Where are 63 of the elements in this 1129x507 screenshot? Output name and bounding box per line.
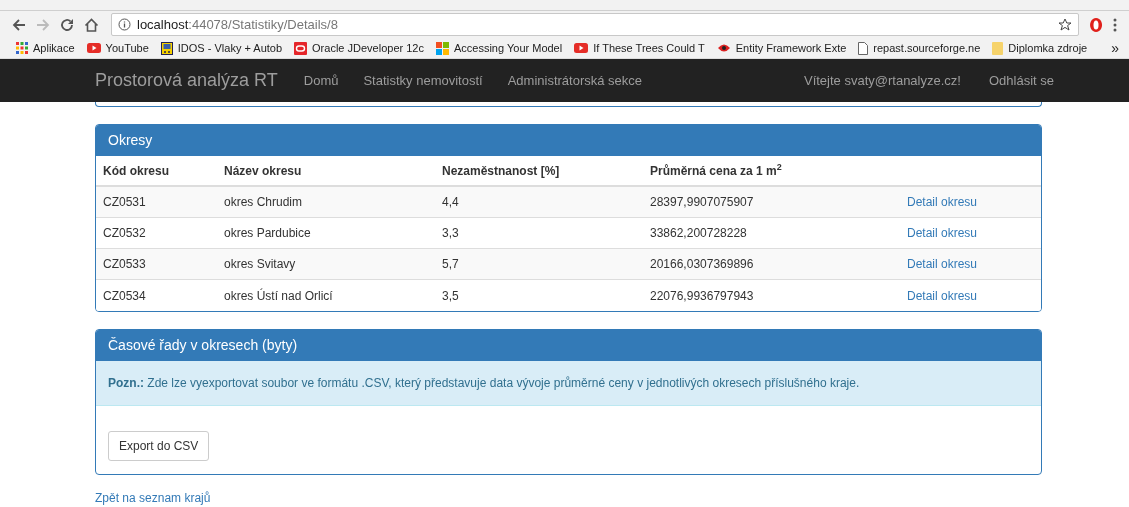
table-cell-text: 3,3 xyxy=(442,225,460,242)
table-cell-text: CZ0533 xyxy=(103,256,147,273)
column-header: Nezaměstnanost [%] xyxy=(442,162,561,180)
home-icon[interactable] xyxy=(84,17,99,32)
extension-icon[interactable] xyxy=(1089,16,1103,33)
train-icon xyxy=(160,41,173,55)
table-cell-text: CZ0534 xyxy=(103,287,147,305)
panel-title: Časové řady v okresech (byty) xyxy=(108,336,298,355)
nav-link[interactable]: Administrátorská sekce xyxy=(507,70,643,91)
detail-link[interactable]: Detail okresu xyxy=(907,255,978,273)
folder-icon xyxy=(992,41,1004,55)
table-cell-text: okres Ústí nad Orlicí xyxy=(224,287,334,305)
bookmark-item[interactable]: If These Trees Could T xyxy=(574,39,705,57)
bookmark-item[interactable]: YouTube xyxy=(86,39,149,57)
brand-link[interactable]: Prostorová analýza RT xyxy=(95,67,278,94)
table-cell-text: CZ0532 xyxy=(103,225,147,242)
logout-link[interactable]: Odhlásit se xyxy=(988,70,1054,91)
apps-grid-icon xyxy=(16,42,28,54)
nav-link[interactable]: Statistky nemovitostí xyxy=(363,70,483,91)
table-cell-text: okres Svitavy xyxy=(224,256,297,273)
play-icon xyxy=(574,43,589,53)
note-text: Pozn.: Zde lze vyexportovat soubor ve formátu .CSV, který představuje data vývoje průměrné ceny v jednotlivých okresech příslušného kraje. xyxy=(108,375,860,392)
table-cell-text: 3,5 xyxy=(442,287,460,305)
bookmark-item[interactable]: IDOS - Vlaky + Autob xyxy=(160,39,283,57)
detail-link[interactable]: Detail okresu xyxy=(907,193,978,211)
detail-link[interactable]: Detail okresu xyxy=(907,224,978,242)
reload-icon[interactable] xyxy=(60,17,74,32)
nav-link[interactable]: Domů xyxy=(303,70,339,91)
oval-icon xyxy=(294,41,308,55)
bookmark-item[interactable]: Accessing Your Model xyxy=(435,39,563,57)
detail-link[interactable]: Detail okresu xyxy=(907,286,978,305)
play-icon xyxy=(86,43,101,53)
url-text: localhost:44078/Statistiky/Details/8 xyxy=(137,15,338,34)
table-cell-text: 20166,0307369896 xyxy=(650,256,755,273)
column-header: Kód okresu xyxy=(103,162,170,180)
greeting-text: Vítejte svaty@rtanalyze.cz! xyxy=(803,71,961,90)
export-button[interactable]: Export do CSV xyxy=(108,431,210,461)
eye-icon xyxy=(716,43,731,53)
bookmark-item[interactable]: Oracle JDeveloper 12c xyxy=(294,39,424,57)
column-header: Název okresu xyxy=(224,162,303,180)
back-icon[interactable] xyxy=(12,17,26,32)
table-cell-text: 33862,200728228 xyxy=(650,225,748,242)
table-cell-text: CZ0531 xyxy=(103,194,147,211)
table-cell-text: 4,4 xyxy=(442,194,460,211)
page-icon xyxy=(858,41,869,55)
table-cell-text: 28397,9907075907 xyxy=(650,194,755,211)
more-bookmarks[interactable]: » xyxy=(1111,37,1119,59)
info-icon xyxy=(118,18,131,31)
address-bar[interactable]: localhost:44078/Statistiky/Details/8 xyxy=(111,13,1079,36)
table-cell-text: okres Chrudim xyxy=(224,194,304,211)
bookmark-item[interactable]: Entity Framework Exte xyxy=(716,39,847,57)
bookmark-item[interactable]: repast.sourceforge.ne xyxy=(858,39,981,57)
table-cell-text: 22076,9936797943 xyxy=(650,287,755,305)
panel-title: Okresy xyxy=(108,131,153,150)
windows-icon xyxy=(435,41,449,55)
star-icon[interactable] xyxy=(1058,17,1072,32)
column-header: Průměrná cena za 1 m$^{2}$ xyxy=(650,161,783,180)
menu-icon[interactable] xyxy=(1113,17,1117,32)
table-cell-text: 5,7 xyxy=(442,256,460,273)
bookmark-item[interactable]: Aplikace xyxy=(16,39,75,57)
back-link[interactable]: Zpět na seznam krajů xyxy=(95,491,211,505)
bookmark-item[interactable]: Diplomka zdroje xyxy=(992,39,1088,57)
table-cell-text: okres Pardubice xyxy=(224,225,312,242)
